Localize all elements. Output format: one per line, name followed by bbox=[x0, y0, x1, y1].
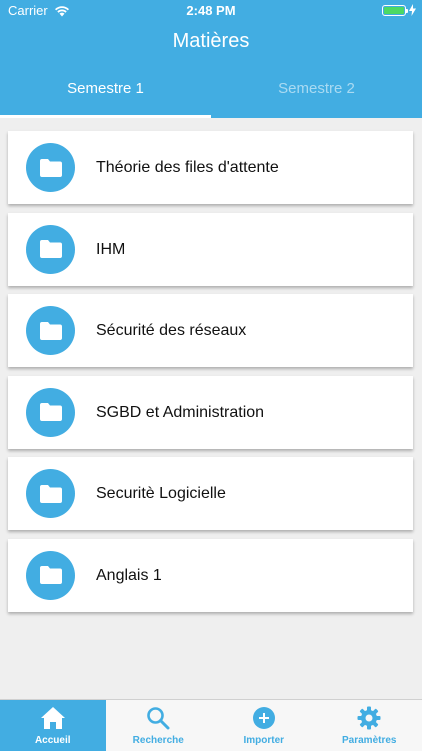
charging-bolt-icon bbox=[409, 4, 416, 16]
page-title: Matières bbox=[0, 30, 422, 53]
folder-icon bbox=[26, 143, 75, 192]
subject-card-ihm[interactable]: IHM bbox=[8, 213, 413, 286]
folder-icon bbox=[26, 388, 75, 437]
folder-icon bbox=[26, 306, 75, 355]
subject-card-securite-logicielle[interactable]: Securitè Logicielle bbox=[8, 457, 413, 530]
semester-tabs: Semestre 1 Semestre 2 bbox=[0, 68, 422, 118]
folder-icon bbox=[26, 551, 75, 600]
tabbar-label: Paramètres bbox=[342, 735, 396, 746]
tabbar-item-importer[interactable]: Importer bbox=[211, 700, 317, 751]
tab-semestre-1[interactable]: Semestre 1 bbox=[0, 68, 211, 118]
gear-icon bbox=[357, 706, 381, 730]
status-bar: Carrier 2:48 PM bbox=[0, 0, 422, 22]
folder-icon bbox=[26, 225, 75, 274]
subject-card-securite-reseaux[interactable]: Sécurité des réseaux bbox=[8, 294, 413, 367]
subject-label: Anglais 1 bbox=[96, 539, 162, 612]
status-right bbox=[382, 4, 416, 16]
folder-icon bbox=[26, 469, 75, 518]
tabbar-label: Importer bbox=[243, 735, 284, 746]
bottom-tab-bar: Accueil Recherche Importer bbox=[0, 699, 422, 751]
subject-card-theorie-files-attente[interactable]: Théorie des files d'attente bbox=[8, 131, 413, 204]
tab-semestre-2[interactable]: Semestre 2 bbox=[211, 68, 422, 118]
tab-indicator bbox=[0, 115, 211, 118]
subject-label: SGBD et Administration bbox=[96, 376, 264, 449]
subject-card-anglais-1[interactable]: Anglais 1 bbox=[8, 539, 413, 612]
search-icon bbox=[146, 706, 170, 730]
battery-icon bbox=[382, 5, 406, 16]
subject-label: Securitè Logicielle bbox=[96, 457, 226, 530]
subject-card-sgbd-administration[interactable]: SGBD et Administration bbox=[8, 376, 413, 449]
status-time: 2:48 PM bbox=[0, 3, 422, 18]
subject-label: Théorie des files d'attente bbox=[96, 131, 279, 204]
header: Carrier 2:48 PM Matières Semestre 1 Seme… bbox=[0, 0, 422, 118]
tabbar-label: Recherche bbox=[133, 735, 184, 746]
home-icon bbox=[40, 706, 66, 730]
tabbar-item-recherche[interactable]: Recherche bbox=[106, 700, 212, 751]
subject-list: Théorie des files d'attente IHM Sécurité… bbox=[8, 131, 413, 620]
tabbar-item-accueil[interactable]: Accueil bbox=[0, 700, 106, 751]
plus-circle-icon bbox=[252, 706, 276, 730]
tabbar-label: Accueil bbox=[35, 735, 71, 746]
tabbar-item-parametres[interactable]: Paramètres bbox=[317, 700, 422, 751]
subject-label: IHM bbox=[96, 213, 125, 286]
subject-label: Sécurité des réseaux bbox=[96, 294, 246, 367]
battery-level bbox=[384, 7, 404, 14]
